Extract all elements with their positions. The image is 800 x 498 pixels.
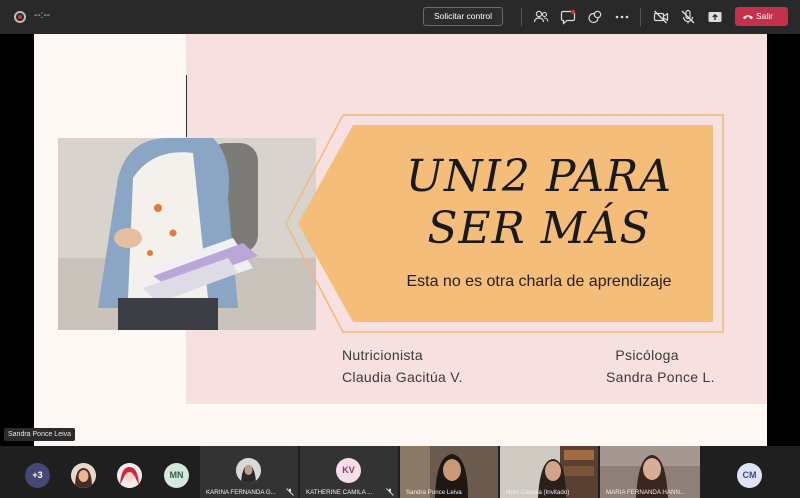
meeting-timer: --:-- [34,10,51,21]
slide-subtitle: Esta no es otra charla de aprendizaje [406,273,672,290]
record-icon [14,11,26,23]
slide-title-line-1: UNI2 PARA [405,151,673,202]
reactions-icon[interactable] [587,9,603,25]
hangup-icon [743,15,753,20]
leave-label: Salir [756,11,774,21]
participant-video-tile[interactable]: Nutri Claudia (Invitado) [500,446,598,498]
participant-gallery: +3 MN KARINA FERNANDA G... KV KATHERINE … [0,446,800,498]
slide-divider-line [186,75,187,137]
presenter-credit-right: Psicóloga Sandra Ponce L. [606,344,715,388]
participant-avatar-kv: KV [336,458,361,483]
participant-name: Nutri Claudia (Invitado) [506,489,570,496]
teams-meeting-window: --:-- Solicitar control Salir UNI2 PARA … [0,0,800,498]
shared-content-stage: UNI2 PARA SER MÁS Esta no es otra charla… [0,34,800,446]
toolbar-divider [640,8,641,26]
chat-icon[interactable] [560,9,576,25]
share-icon[interactable] [707,9,723,25]
participant-avatar [236,458,261,483]
mic-off-icon[interactable] [680,9,696,25]
participant-name: KARINA FERNANDA G... [206,489,276,496]
participant-avatar[interactable] [117,463,142,488]
participant-avatar-mn[interactable]: MN [164,463,189,488]
more-icon[interactable] [614,9,630,25]
camera-off-icon[interactable] [653,9,669,25]
participant-avatar[interactable] [71,463,96,488]
presenter-name: Sandra Ponce L. [606,369,715,385]
leave-button[interactable]: Salir [735,7,788,26]
participant-name: MARIA FERNANDA HANN... [606,489,686,496]
presenter-role: Nutricionista [342,347,423,363]
slide-title: UNI2 PARA SER MÁS [374,151,704,255]
presenter-name: Claudia Gacitúa V. [342,369,463,385]
overflow-participants-badge[interactable]: +3 [25,463,50,488]
participant-avatar-cm[interactable]: CM [737,463,762,488]
participant-name: KATHERINE CAMILA ... [306,489,373,496]
meeting-toolbar: --:-- Solicitar control Salir [0,0,800,34]
participant-tile[interactable]: KARINA FERNANDA G... [200,446,298,498]
presenter-role: Psicóloga [615,347,679,363]
active-speaker-label: Sandra Ponce Leiva [4,428,76,441]
presentation-slide: UNI2 PARA SER MÁS Esta no es otra charla… [34,34,767,446]
participants-icon[interactable] [533,9,549,25]
mic-muted-icon [386,488,394,496]
mic-muted-icon [286,488,294,496]
participant-video-tile[interactable]: Sandra Ponce Leiva [400,446,498,498]
participant-tile[interactable]: KV KATHERINE CAMILA ... [300,446,398,498]
participant-video-tile[interactable]: MARIA FERNANDA HANN... [600,446,700,498]
participant-name: Sandra Ponce Leiva [406,489,462,496]
request-control-button[interactable]: Solicitar control [423,7,503,26]
presenter-credit-left: Nutricionista Claudia Gacitúa V. [342,344,463,388]
toolbar-divider [521,8,522,26]
student-photo [58,138,316,330]
slide-title-line-2: SER MÁS [427,203,651,254]
